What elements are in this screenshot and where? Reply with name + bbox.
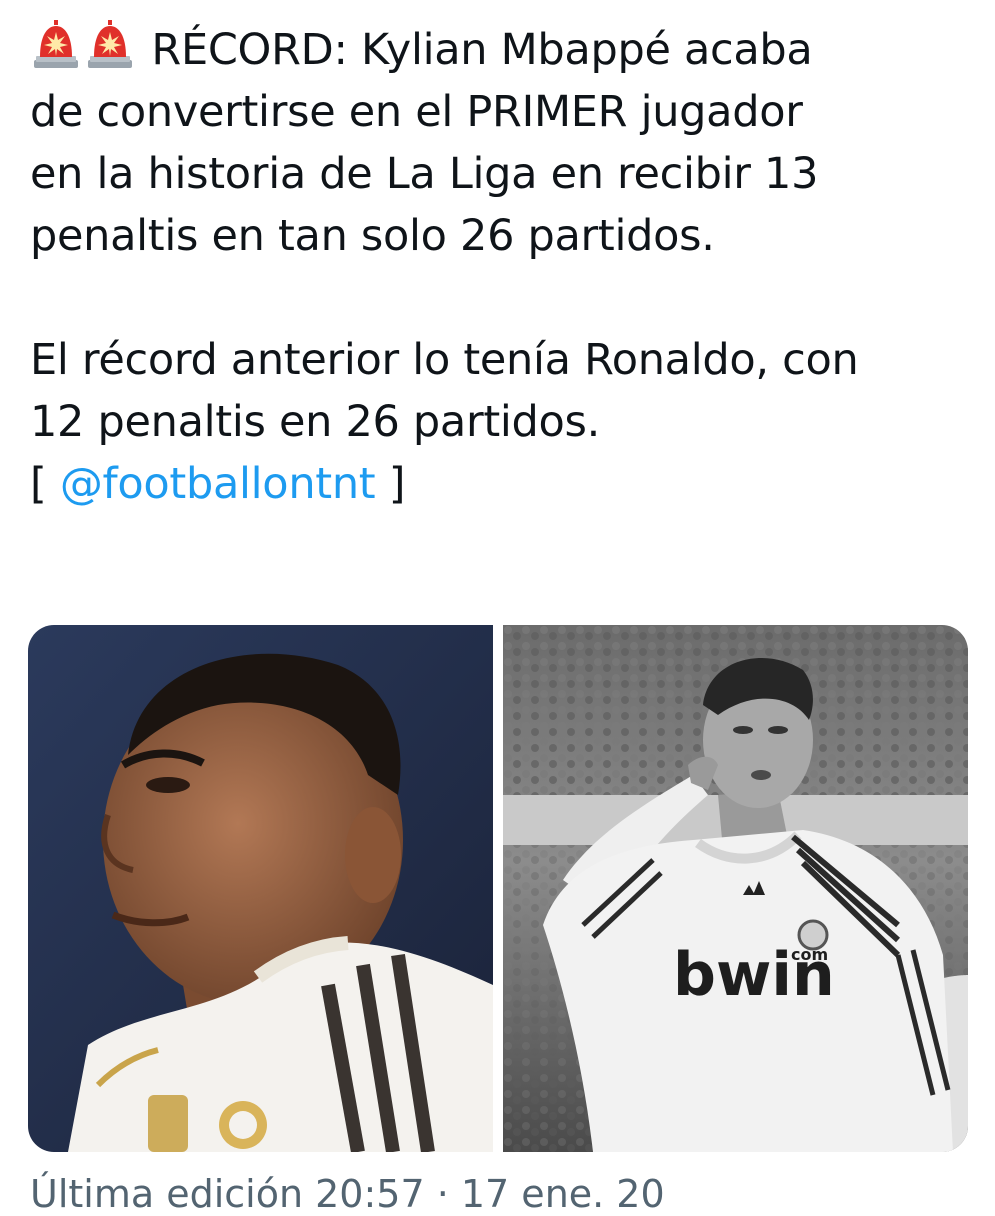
tweet-text-line: El récord anterior lo tenía Ronaldo, con	[30, 335, 859, 385]
photo-ronaldo[interactable]: bwin com	[503, 625, 968, 1152]
jersey-sponsor-suffix: com	[791, 945, 828, 964]
tweet-text-line: en la historia de La Liga en recibir 13	[30, 149, 819, 199]
tweet-text: RÉCORD: Kylian Mbappé acaba de convertir…	[30, 18, 975, 515]
mention-link[interactable]: @footballontnt	[60, 459, 376, 509]
tweet-text-line: penaltis en tan solo 26 partidos.	[30, 211, 715, 261]
tweet-edit-timestamp[interactable]: Última edición 20:57 · 17 ene. 20	[30, 1172, 665, 1216]
tweet-text-line: 12 penaltis en 26 partidos.	[30, 397, 601, 447]
tweet-source-line: [ @footballontnt ]	[30, 453, 975, 515]
tweet-line: RÉCORD: Kylian Mbappé acaba	[30, 18, 975, 81]
photo-mbappe-image	[28, 625, 493, 1152]
tweet-paragraph-2: El récord anterior lo tenía Ronaldo, con…	[30, 329, 975, 515]
photo-ronaldo-image: bwin com	[503, 625, 968, 1152]
tweet-text-line: de convertirse en el PRIMER jugador	[30, 87, 803, 137]
tweet-text-line: RÉCORD: Kylian Mbappé acaba	[151, 25, 813, 75]
bracket-open: [	[30, 459, 60, 509]
tweet-media-grid: bwin com	[28, 625, 968, 1152]
photo-mbappe[interactable]	[28, 625, 493, 1152]
tweet-paragraph-1: RÉCORD: Kylian Mbappé acaba de convertir…	[30, 18, 975, 267]
police-siren-icon	[34, 20, 78, 68]
bracket-close: ]	[375, 459, 406, 509]
police-siren-icon	[88, 20, 132, 68]
